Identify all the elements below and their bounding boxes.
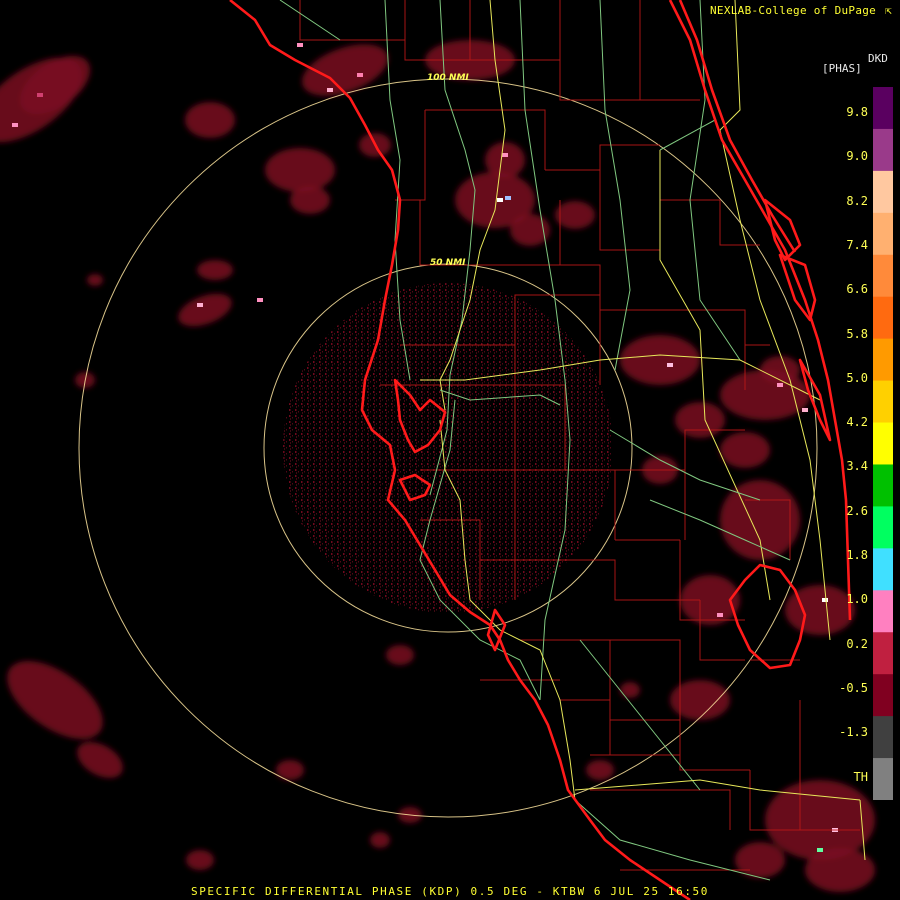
legend-swatch [873, 506, 893, 549]
echo-cell [370, 832, 390, 848]
echo-highlight [667, 363, 673, 367]
ground-clutter [283, 283, 613, 613]
echo-cell [555, 201, 595, 229]
echo-highlight [717, 613, 723, 617]
echo-cell [720, 432, 770, 468]
legend-unit: [PHAS] [822, 62, 862, 75]
legend-swatch [873, 380, 893, 424]
legend-swatch [873, 170, 893, 214]
legend-tick-label: 9.8 [846, 105, 868, 119]
echo-cell [185, 102, 235, 138]
legend-swatch [873, 338, 893, 382]
legend-tick-label: 8.2 [846, 193, 868, 208]
echo-highlight [822, 598, 828, 602]
legend-swatch [873, 422, 893, 465]
legend-swatch [873, 464, 893, 507]
echo-cell [178, 293, 232, 327]
echo-cell [77, 741, 123, 779]
echo-highlight [497, 198, 503, 202]
legend-swatch [873, 758, 893, 800]
legend-swatch [873, 128, 893, 172]
echo-cell [670, 680, 730, 720]
echo-cell [620, 682, 640, 698]
legend-swatch [873, 590, 893, 633]
echo-highlight [327, 88, 333, 92]
legend-tick-label: 5.0 [846, 370, 868, 385]
echo-highlight [37, 93, 43, 97]
legend-tick-label: 1.8 [846, 548, 868, 562]
echo-highlight [257, 298, 263, 302]
echo-cell [290, 186, 330, 214]
legend-swatch [873, 296, 893, 340]
range-ring-label-100: 100 NMI [427, 73, 469, 83]
legend-swatch [873, 87, 893, 130]
echo-cell [720, 480, 800, 560]
echo-highlight [817, 848, 823, 852]
legend-tick-label: 0.2 [846, 636, 868, 651]
legend-tick-label: 2.6 [846, 503, 868, 518]
range-ring-label-50: 50 NMI [430, 258, 466, 268]
legend-swatch [873, 632, 893, 675]
echo-highlight [777, 383, 783, 387]
legend-swatch [873, 254, 893, 298]
echo-cell [265, 148, 335, 192]
credit-label: NEXLAB-College of DuPage ⇱ [710, 4, 892, 17]
legend-swatch [873, 212, 893, 256]
external-link-icon: ⇱ [885, 4, 892, 17]
echo-highlight [802, 408, 808, 412]
echo-cell [620, 335, 700, 385]
echo-cell [87, 274, 103, 286]
legend-tick-label: TH [853, 769, 868, 784]
echo-cell [386, 645, 414, 665]
legend-tick-label: 7.4 [846, 237, 868, 252]
legend-tick-label: 9.0 [846, 149, 868, 164]
legend-product: DKD [868, 52, 888, 65]
color-legend-bar [873, 87, 893, 800]
legend-tick-label: 4.2 [846, 415, 868, 430]
echo-cell [675, 402, 725, 438]
echo-highlight [502, 153, 508, 157]
legend-swatch [873, 674, 893, 717]
legend-swatch [873, 548, 893, 591]
legend-tick-label: -0.5 [839, 680, 868, 695]
echo-highlight [297, 43, 303, 47]
echo-cell [735, 842, 785, 878]
echo-highlight [197, 303, 203, 307]
legend-tick-label: -1.3 [839, 725, 868, 740]
echo-cell [7, 660, 103, 740]
legend-tick-label: 1.0 [846, 592, 868, 607]
echo-highlight [12, 123, 18, 127]
credit-text: NEXLAB-College of DuPage [709, 4, 877, 17]
echo-cell [302, 44, 388, 96]
radar-map [0, 0, 875, 900]
product-caption: SPECIFIC DIFFERENTIAL PHASE (KDP) 0.5 DE… [190, 885, 710, 898]
echo-cell [186, 850, 214, 870]
legend-tick-label: 5.8 [846, 326, 868, 341]
echo-cell [197, 260, 233, 280]
echo-cell [510, 214, 550, 246]
echo-cell [586, 760, 614, 780]
echo-highlight [505, 196, 511, 200]
legend-swatch [873, 716, 893, 759]
legend-tick-label: 3.4 [846, 459, 868, 474]
radar-display: 100 NMI 50 NMI NEXLAB-College of DuPage … [0, 0, 900, 900]
echo-highlight [357, 73, 363, 77]
legend-tick-label: 6.6 [846, 282, 868, 297]
